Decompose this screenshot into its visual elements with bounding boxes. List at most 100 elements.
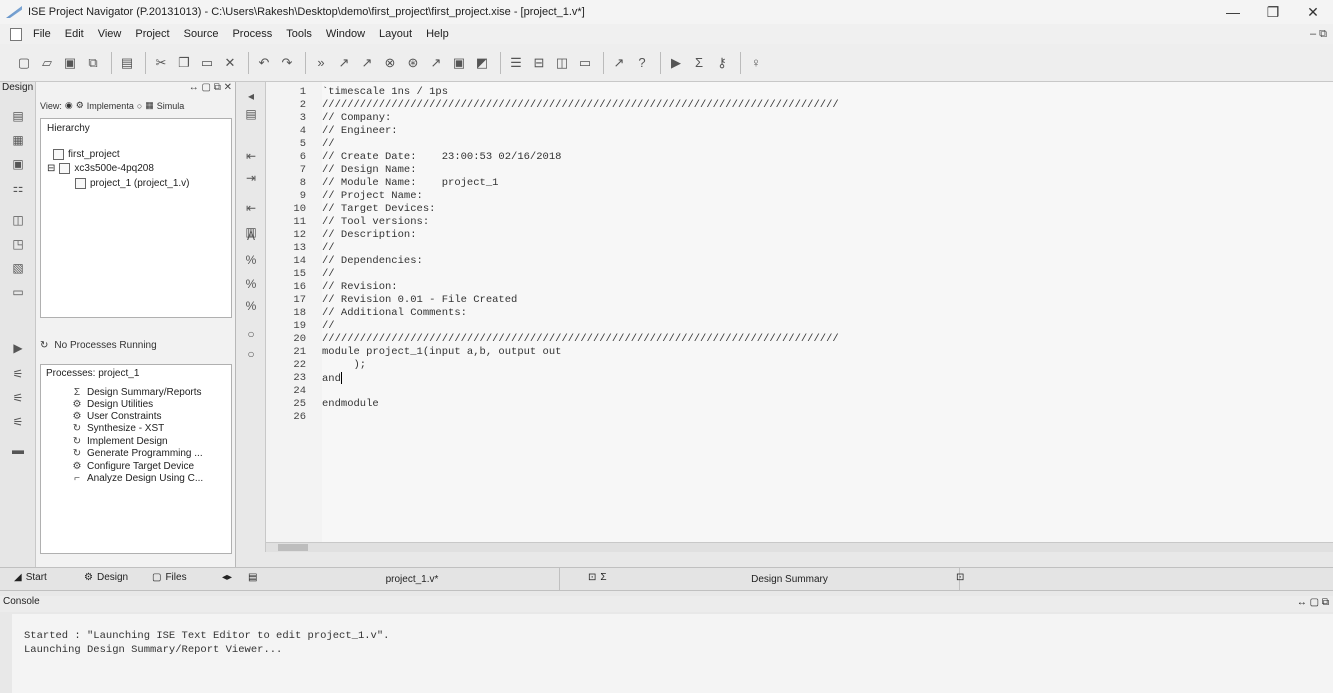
view-icon[interactable]: ▣ bbox=[449, 53, 469, 73]
zoom-icon[interactable]: ↗ bbox=[426, 53, 446, 73]
horizontal-scrollbar[interactable] bbox=[266, 542, 1333, 552]
tab-files[interactable]: ▢ Files bbox=[152, 572, 187, 583]
process-props2-icon[interactable]: ⚟ bbox=[10, 390, 26, 406]
tab-scroll-arrows[interactable]: ◂▸ bbox=[222, 572, 232, 583]
minimize-button[interactable]: — bbox=[1213, 0, 1253, 24]
code-line[interactable]: // Tool versions: bbox=[322, 216, 429, 228]
run-process-icon[interactable]: ▶ bbox=[10, 340, 26, 356]
process-props3-icon[interactable]: ⚟ bbox=[10, 414, 26, 430]
sigma-icon[interactable]: Σ bbox=[689, 53, 709, 73]
find-in-editor-icon[interactable]: ▤ bbox=[243, 106, 259, 122]
run-icon[interactable]: ▶ bbox=[666, 53, 686, 73]
circle-icon[interactable]: ○ bbox=[243, 326, 259, 342]
probe-icon[interactable]: ⊗ bbox=[380, 53, 400, 73]
snapshot-tool-icon[interactable]: ◫ bbox=[10, 212, 26, 228]
menu-process[interactable]: Process bbox=[225, 28, 279, 40]
menu-tools[interactable]: Tools bbox=[279, 28, 319, 40]
layout-icon[interactable]: ◩ bbox=[472, 53, 492, 73]
delete-icon[interactable]: ✕ bbox=[220, 53, 240, 73]
restore-button[interactable]: ❐ bbox=[1253, 0, 1293, 24]
comment-icon[interactable]: ⇤ bbox=[243, 200, 259, 216]
code-line[interactable]: // Company: bbox=[322, 112, 391, 124]
code-line[interactable]: // Additional Comments: bbox=[322, 307, 467, 319]
tree-item-device[interactable]: ⊟ xc3s500e-4pq208 bbox=[47, 163, 154, 174]
copy-icon[interactable]: ❐ bbox=[174, 53, 194, 73]
undo-icon[interactable]: ↶ bbox=[254, 53, 274, 73]
menu-window[interactable]: Window bbox=[319, 28, 372, 40]
menu-project[interactable]: Project bbox=[128, 28, 176, 40]
help-icon[interactable]: ↗ bbox=[609, 53, 629, 73]
simulation-label[interactable]: Simula bbox=[157, 101, 185, 111]
percent2-icon[interactable]: % bbox=[243, 276, 259, 292]
restore-icon[interactable]: ◫ bbox=[552, 53, 572, 73]
code-line[interactable]: // Description: bbox=[322, 229, 417, 241]
process-props-icon[interactable]: ⚟ bbox=[10, 366, 26, 382]
code-line[interactable]: endmodule bbox=[322, 398, 379, 410]
doc-tab-close[interactable]: ⊡ Σ bbox=[588, 572, 607, 583]
bookmark-icon[interactable]: A bbox=[243, 228, 259, 244]
tree-item-module[interactable]: project_1 (project_1.v) bbox=[75, 178, 190, 189]
redo-icon[interactable]: ↷ bbox=[277, 53, 297, 73]
code-line[interactable]: // bbox=[322, 138, 335, 150]
more-icon[interactable]: » bbox=[311, 53, 331, 73]
tab-start[interactable]: ◢ Start bbox=[14, 572, 47, 583]
code-line[interactable]: // Module Name: project_1 bbox=[322, 177, 498, 189]
circle2-icon[interactable]: ○ bbox=[243, 346, 259, 362]
open-icon[interactable]: ▱ bbox=[37, 53, 57, 73]
ip-tool-icon[interactable]: ▣ bbox=[10, 156, 26, 172]
simulation-radio[interactable]: ○ bbox=[137, 101, 142, 111]
process-design-utilities[interactable]: ⚙ Design Utilities bbox=[71, 399, 154, 410]
menu-edit[interactable]: Edit bbox=[58, 28, 91, 40]
print-icon[interactable]: ▤ bbox=[117, 53, 137, 73]
code-line[interactable]: `timescale 1ns / 1ps bbox=[322, 86, 448, 98]
key-icon[interactable]: ⚷ bbox=[712, 53, 732, 73]
mdi-controls[interactable]: – ⧉ bbox=[1310, 28, 1327, 41]
collapse-icon[interactable]: ▬ bbox=[10, 442, 26, 458]
implementation-radio[interactable]: ◉ bbox=[65, 100, 73, 111]
remove-tool-icon[interactable]: ▭ bbox=[10, 284, 26, 300]
menu-file[interactable]: File bbox=[26, 28, 58, 40]
code-line[interactable]: // Create Date: 23:00:53 02/16/2018 bbox=[322, 151, 561, 163]
whats-this-icon[interactable]: ? bbox=[632, 53, 652, 73]
scroll-left-icon[interactable]: ◂ bbox=[243, 88, 259, 104]
window-icon[interactable]: ▭ bbox=[575, 53, 595, 73]
code-line[interactable]: // bbox=[322, 320, 335, 332]
design-panel-controls[interactable]: ↔ ▢ ⧉ ✕ bbox=[189, 82, 232, 93]
code-line[interactable]: // Revision 0.01 - File Created bbox=[322, 294, 517, 306]
code-line[interactable]: // Revision: bbox=[322, 281, 398, 293]
expand-icon[interactable]: ⊟ bbox=[47, 163, 55, 174]
menu-view[interactable]: View bbox=[91, 28, 129, 40]
tree-item-project[interactable]: first_project bbox=[53, 149, 120, 160]
schematic-tool-icon[interactable]: ⚏ bbox=[10, 180, 26, 196]
panel-icon[interactable]: ⊟ bbox=[529, 53, 549, 73]
process-generate-programming[interactable]: ↻ Generate Programming ... bbox=[71, 448, 203, 459]
code-line[interactable]: module project_1(input a,b, output out bbox=[322, 346, 561, 358]
code-line[interactable]: ////////////////////////////////////////… bbox=[322, 99, 839, 111]
close-button[interactable]: ✕ bbox=[1293, 0, 1333, 24]
save-icon[interactable]: ▣ bbox=[60, 53, 80, 73]
check-icon[interactable]: ↗ bbox=[357, 53, 377, 73]
process-implement[interactable]: ↻ Implement Design bbox=[71, 436, 168, 447]
add-copy-tool-icon[interactable]: ◳ bbox=[10, 236, 26, 252]
find-icon[interactable]: ⊛ bbox=[403, 53, 423, 73]
scrollbar-thumb[interactable] bbox=[278, 544, 308, 551]
tab-design[interactable]: ⚙ Design bbox=[84, 572, 128, 583]
process-user-constraints[interactable]: ⚙ User Constraints bbox=[71, 411, 162, 422]
doc-tab-summary[interactable]: Design Summary bbox=[620, 568, 960, 590]
menu-layout[interactable]: Layout bbox=[372, 28, 419, 40]
hierarchy-tool-icon[interactable]: ▤ bbox=[10, 108, 26, 124]
properties-tool-icon[interactable]: ▧ bbox=[10, 260, 26, 276]
code-editor[interactable]: `timescale 1ns / 1ps ///////////////////… bbox=[322, 82, 1333, 542]
console-output[interactable]: Started : "Launching ISE Text Editor to … bbox=[12, 614, 1333, 693]
doc-tab-summary-close[interactable]: ⊡ bbox=[956, 572, 964, 583]
tile-icon[interactable]: ☰ bbox=[506, 53, 526, 73]
code-line[interactable]: // Target Devices: bbox=[322, 203, 435, 215]
code-line[interactable]: ////////////////////////////////////////… bbox=[322, 333, 839, 345]
menu-help[interactable]: Help bbox=[419, 28, 456, 40]
implementation-label[interactable]: Implementa bbox=[87, 101, 134, 111]
code-line-current[interactable]: and bbox=[322, 372, 342, 385]
paste-icon[interactable]: ▭ bbox=[197, 53, 217, 73]
process-analyze-design[interactable]: ⌐ Analyze Design Using C... bbox=[71, 473, 203, 484]
code-line[interactable]: // Project Name: bbox=[322, 190, 423, 202]
cut-icon[interactable]: ✂ bbox=[151, 53, 171, 73]
